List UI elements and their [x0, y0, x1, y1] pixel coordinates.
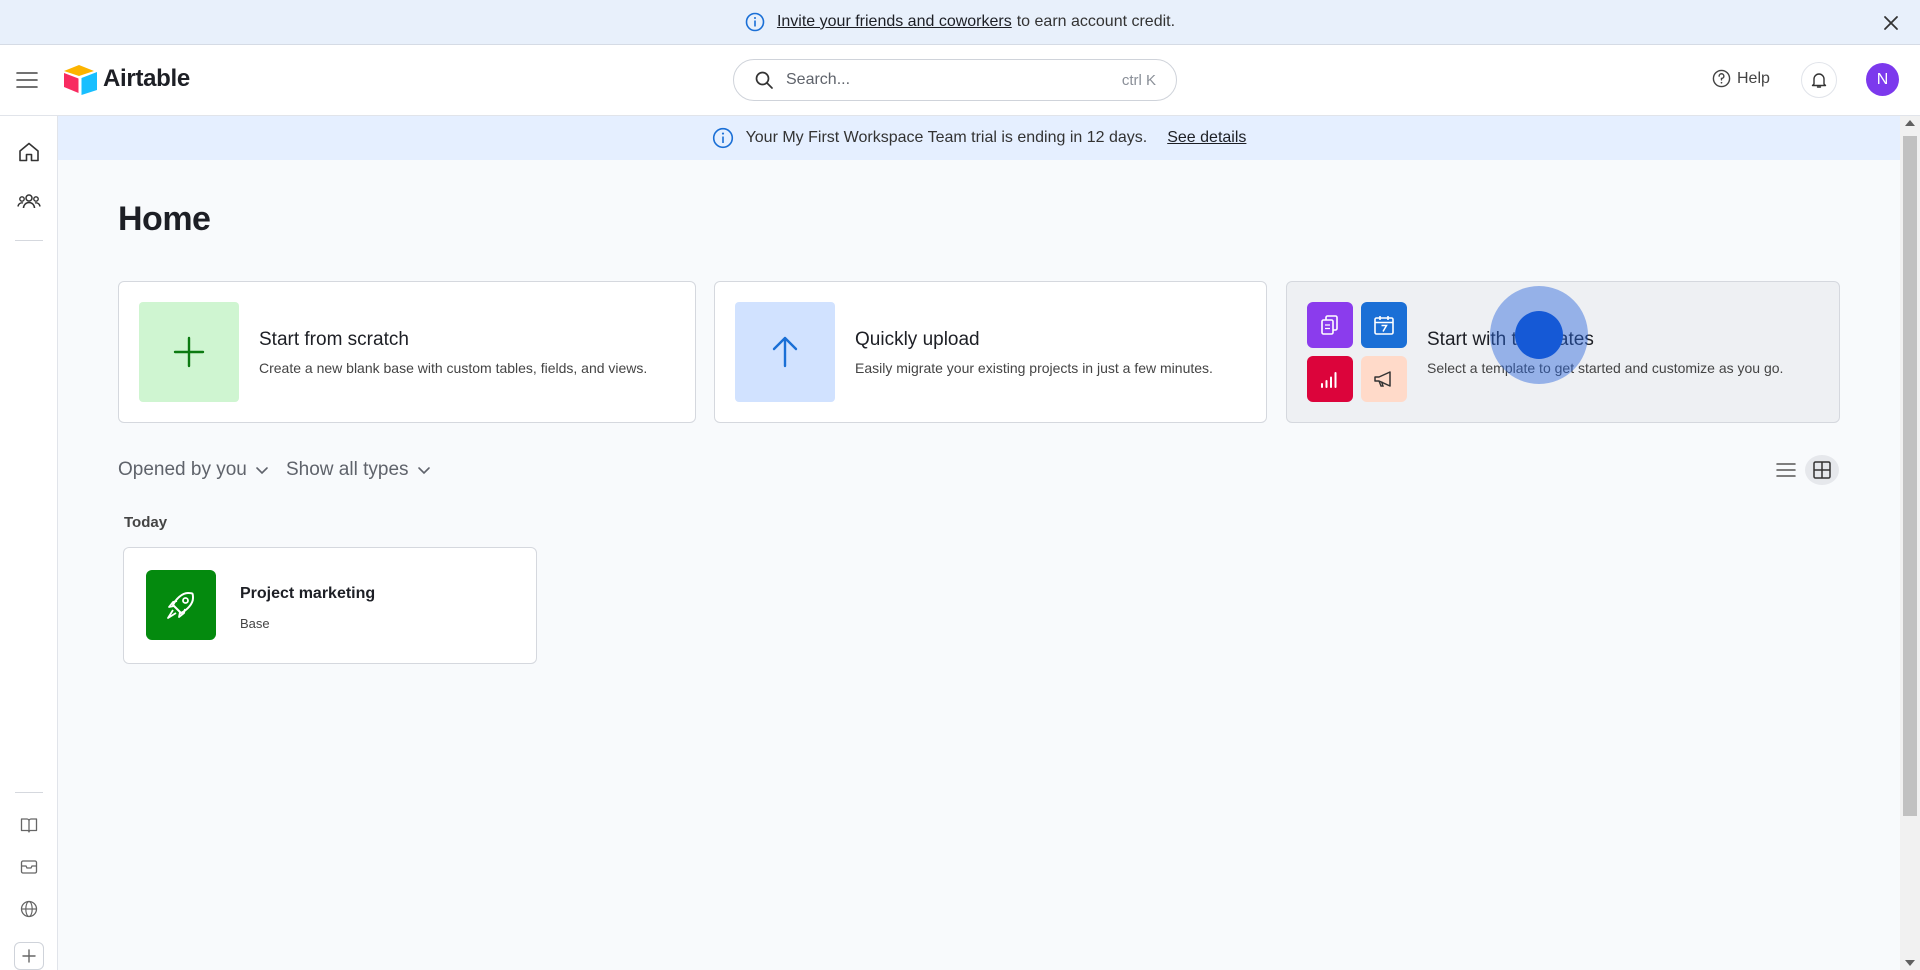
info-icon: [745, 12, 765, 32]
quickly-upload-card[interactable]: Quickly upload Easily migrate your exist…: [714, 281, 1267, 423]
trial-banner: Your My First Workspace Team trial is en…: [58, 116, 1900, 160]
chevron-down-icon: [256, 467, 268, 475]
create-button[interactable]: [14, 942, 44, 970]
airtable-logo-icon: [64, 65, 97, 95]
template-grid-icon: [1307, 302, 1407, 402]
scratch-thumb: [139, 302, 239, 402]
plus-icon: [173, 336, 205, 368]
card-description: Create a new blank base with custom tabl…: [259, 360, 648, 376]
scroll-up-icon[interactable]: [1905, 120, 1915, 126]
sidebar-divider: [15, 792, 43, 793]
base-card-project-marketing[interactable]: Project marketing Base: [123, 547, 537, 664]
opened-by-label: Opened by you: [118, 459, 247, 480]
opened-by-dropdown[interactable]: Opened by you: [118, 459, 269, 481]
megaphone-icon: [1374, 371, 1391, 387]
info-icon: [712, 127, 733, 149]
card-title: Quickly upload: [855, 329, 980, 350]
card-description: Select a template to get started and cus…: [1427, 360, 1784, 376]
logo-text: Airtable: [103, 65, 190, 92]
card-title: Start from scratch: [259, 329, 409, 350]
start-from-scratch-card[interactable]: Start from scratch Create a new blank ba…: [118, 281, 696, 423]
list-view-button[interactable]: [1769, 455, 1803, 485]
base-name: Project marketing: [240, 585, 376, 602]
arrow-up-icon: [772, 336, 798, 368]
template-tile-megaphone: [1361, 356, 1407, 402]
template-tile-chart: [1307, 356, 1353, 402]
top-bar: Airtable Search... ctrl K Help N: [0, 45, 1920, 116]
sidebar: [0, 116, 58, 970]
promo-banner: Invite your friends and coworkers to ear…: [0, 0, 1920, 45]
close-icon[interactable]: [1880, 12, 1902, 34]
base-type: Base: [240, 616, 270, 631]
list-icon: [1776, 463, 1796, 477]
marketplace-icon[interactable]: [20, 858, 38, 876]
copy-icon: [1321, 315, 1338, 335]
show-types-dropdown[interactable]: Show all types: [286, 459, 431, 481]
scroll-down-icon[interactable]: [1905, 960, 1915, 966]
search-icon: [755, 71, 773, 89]
chevron-down-icon: [417, 467, 430, 475]
trial-message: Your My First Workspace Team trial is en…: [745, 129, 1148, 146]
grid-view-button[interactable]: [1805, 455, 1839, 485]
invite-link[interactable]: Invite your friends and coworkers: [777, 13, 1012, 31]
grid-icon: [1813, 461, 1831, 479]
section-today-label: Today: [124, 514, 168, 531]
upload-thumb: [735, 302, 835, 402]
scroll-thumb[interactable]: [1903, 136, 1917, 816]
search-placeholder: Search...: [786, 71, 851, 88]
avatar[interactable]: N: [1866, 63, 1899, 96]
help-icon: [1712, 69, 1731, 88]
template-tile-docs: [1307, 302, 1353, 348]
book-icon[interactable]: [20, 816, 38, 834]
card-title: Start with templates: [1427, 329, 1594, 350]
template-tile-calendar: [1361, 302, 1407, 348]
help-button[interactable]: Help: [1712, 69, 1770, 88]
workspaces-icon[interactable]: [17, 190, 41, 214]
promo-text: to earn account credit.: [1016, 13, 1176, 30]
search-input[interactable]: Search... ctrl K: [733, 59, 1177, 101]
home-icon[interactable]: [17, 140, 41, 164]
help-label: Help: [1737, 69, 1770, 87]
scrollbar[interactable]: [1900, 116, 1920, 970]
bell-icon: [1811, 73, 1827, 88]
bar-chart-icon: [1321, 372, 1337, 388]
menu-icon[interactable]: [16, 70, 38, 90]
airtable-logo[interactable]: Airtable: [63, 63, 190, 95]
see-details-link[interactable]: See details: [1167, 129, 1246, 147]
sidebar-divider: [15, 240, 43, 241]
calendar-icon: [1374, 316, 1394, 335]
rocket-icon: [146, 570, 216, 640]
notifications-button[interactable]: [1801, 62, 1837, 98]
card-description: Easily migrate your existing projects in…: [855, 360, 1213, 376]
start-with-templates-card[interactable]: Start with templates Select a template t…: [1286, 281, 1840, 423]
page-title: Home: [118, 200, 211, 238]
show-types-label: Show all types: [286, 459, 409, 480]
globe-icon[interactable]: [20, 900, 38, 918]
search-shortcut: ctrl K: [1121, 71, 1156, 89]
plus-icon: [22, 949, 36, 963]
